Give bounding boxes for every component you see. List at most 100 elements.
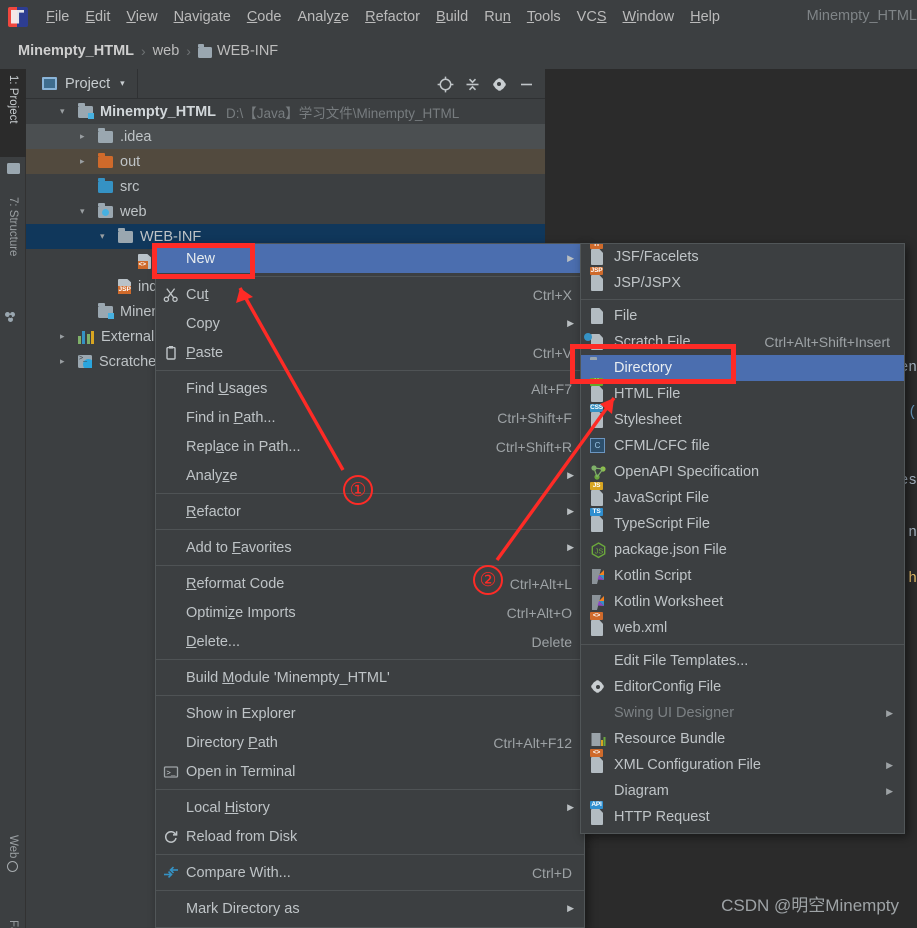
context-menu-item-analyze[interactable]: Analyze ▶ [156,461,584,490]
context-menu-item-delete[interactable]: Delete... Delete [156,627,584,656]
context-menu-item-cut[interactable]: Cut Ctrl+X [156,280,584,309]
context-menu-item-label: New [186,250,216,267]
project-panel-title[interactable]: Project [65,76,110,92]
menu-file[interactable]: File [38,6,77,28]
context-menu-item-show-in-explorer[interactable]: Show in Explorer [156,699,584,728]
context-menu-item-find-usages[interactable]: Find Usages Alt+F7 [156,374,584,403]
menu-edit[interactable]: Edit [77,6,118,28]
context-menu-item-replace-in-path[interactable]: Replace in Path... Ctrl+Shift+R [156,432,584,461]
new-submenu-item-package-json-file[interactable]: JS package.json File [581,537,904,563]
menu-window[interactable]: Window [615,6,683,28]
menu-tools[interactable]: Tools [519,6,569,28]
new-submenu-item-resource-bundle[interactable]: Resource Bundle [581,726,904,752]
tree-twisty[interactable]: ▸ [60,331,78,342]
context-menu-item-new[interactable]: New ▶ [156,244,584,273]
context-menu-item-shortcut: Ctrl+X [532,286,572,303]
menu-analyze[interactable]: Analyze [290,6,358,28]
new-submenu-item-cfml-cfc-file[interactable]: C CFML/CFC file [581,433,904,459]
context-menu-item-mark-directory-as[interactable]: Mark Directory as ▶ [156,894,584,923]
new-submenu-item-diagram[interactable]: Diagram ▶ [581,778,904,804]
context-menu-item-shortcut: Ctrl+Shift+R [495,438,572,455]
menu-code[interactable]: Code [239,6,290,28]
context-menu-item-compare-with[interactable]: Compare With... Ctrl+D [156,858,584,887]
context-menu-item-optimize-imports[interactable]: Optimize Imports Ctrl+Alt+O [156,598,584,627]
chevron-down-icon[interactable]: ▾ [120,78,125,89]
new-submenu-item-label: Edit File Templates... [614,653,749,669]
context-menu[interactable]: New ▶ Cut Ctrl+X Copy ▶ Paste Ctrl+V Find Usages… [155,243,585,928]
new-submenu-item-xml-configuration-file[interactable]: <> XML Configuration File ▶ [581,749,904,778]
new-submenu-item-edit-file-templates[interactable]: Edit File Templates... [581,648,904,674]
tree-twisty[interactable]: ▾ [80,206,98,217]
context-menu-item-copy[interactable]: Copy ▶ [156,309,584,338]
libraries-icon [78,330,94,344]
context-menu-item-open-in-terminal[interactable]: >_ Open in Terminal [156,757,584,786]
context-menu-item-find-in-path[interactable]: Find in Path... Ctrl+Shift+F [156,403,584,432]
new-submenu-item-kotlin-worksheet[interactable]: Kotlin Worksheet [581,589,904,615]
new-submenu-item-file[interactable]: File [581,303,904,329]
tree-twisty[interactable]: ▸ [120,256,138,267]
context-menu-item-reload-from-disk[interactable]: Reload from Disk [156,822,584,851]
breadcrumb-project[interactable]: Minempty_HTML [18,43,134,59]
context-menu-item-directory-path[interactable]: Directory Path Ctrl+Alt+F12 [156,728,584,757]
context-menu-item-shortcut: Delete [531,633,572,650]
context-menu-item-local-history[interactable]: Local History ▶ [156,793,584,822]
new-submenu-item-typescript-file[interactable]: TS TypeScript File [581,508,904,537]
sidebar-item-project-label: 1: Project [7,75,19,124]
tree-row[interactable]: ▸ out [26,149,545,174]
context-menu-item-shortcut: Ctrl+Alt+L [509,575,572,592]
tree-twisty[interactable]: ▸ [100,281,118,292]
new-submenu[interactable]: H JSF/Facelets JSP JSP/JSPX File Scratch File… [580,243,905,834]
context-menu-item-shortcut: Ctrl+Alt+F12 [493,734,572,751]
menu-navigate[interactable]: Navigate [166,6,239,28]
menu-refactor[interactable]: Refactor [357,6,428,28]
tree-twisty[interactable]: ▸ [80,181,98,192]
context-menu-item-remove-bom[interactable]: Remove BOM [156,923,584,927]
tree-twisty[interactable]: ▸ [60,356,78,367]
xml-file-icon: <> [138,254,151,269]
new-submenu-item-swing-ui-designer[interactable]: Swing UI Designer ▶ [581,700,904,726]
new-submenu-item-stylesheet[interactable]: CSS Stylesheet [581,404,904,433]
tree-row[interactable]: ▾ web [26,199,545,224]
sidebar-item-favorites[interactable]: Favorites [0,914,26,928]
tree-twisty[interactable]: ▾ [60,106,78,117]
new-submenu-item-scratch-file[interactable]: Scratch File Ctrl+Alt+Shift+Insert [581,329,904,355]
tree-row[interactable]: ▸ src [26,174,545,199]
sidebar-item-project[interactable]: 1: Project [0,69,26,157]
new-submenu-item-html-file[interactable]: H HTML File [581,378,904,407]
new-submenu-item-jsp-jspx[interactable]: JSP JSP/JSPX [581,267,904,296]
gear-icon[interactable] [488,73,510,95]
context-menu-item-paste[interactable]: Paste Ctrl+V [156,338,584,367]
new-submenu-item-jsf-facelets[interactable]: H JSF/Facelets [581,244,904,270]
tree-twisty[interactable]: ▸ [80,306,98,317]
menu-run[interactable]: Run [476,6,519,28]
menu-view[interactable]: View [118,6,165,28]
context-menu-item-build-module-minempty-html[interactable]: Build Module 'Minempty_HTML' [156,663,584,692]
context-menu-item-label: Optimize Imports [186,604,296,621]
new-submenu-item-openapi-specification[interactable]: OpenAPI Specification [581,459,904,485]
tree-twisty[interactable]: ▸ [80,156,98,167]
tree-twisty[interactable]: ▾ [100,231,118,242]
new-submenu-item-kotlin-script[interactable]: Kotlin Script [581,563,904,589]
new-submenu-item-editorconfig-file[interactable]: EditorConfig File [581,674,904,700]
context-menu-item-label: Compare With... [186,864,291,881]
context-menu-item-add-to-favorites[interactable]: Add to Favorites ▶ [156,533,584,562]
new-submenu-item-directory[interactable]: Directory [581,355,904,381]
menu-help[interactable]: Help [682,6,728,28]
context-menu-item-refactor[interactable]: Refactor ▶ [156,497,584,526]
context-menu-item-label: Paste [186,344,224,361]
tree-twisty[interactable]: ▸ [80,131,98,142]
breadcrumb-module[interactable]: web [153,43,180,59]
menu-build[interactable]: Build [428,6,476,28]
menu-vcs[interactable]: VCS [569,6,615,28]
breadcrumb-folder[interactable]: WEB-INF [217,43,278,59]
collapse-all-icon[interactable] [461,73,483,95]
sidebar-item-structure[interactable]: 7: Structure [0,191,26,299]
tree-row[interactable]: ▾ Minempty_HTML D:\【Java】学习文件\Minempty_HTM… [26,99,545,124]
tree-row[interactable]: ▸ .idea [26,124,545,149]
new-submenu-item-web-xml[interactable]: <> web.xml [581,612,904,641]
new-submenu-item-javascript-file[interactable]: JS JavaScript File [581,482,904,511]
locate-icon[interactable] [434,73,456,95]
new-submenu-item-http-request[interactable]: API HTTP Request [581,801,904,830]
minimize-icon[interactable] [515,73,537,95]
context-menu-item-reformat-code[interactable]: Reformat Code Ctrl+Alt+L [156,569,584,598]
